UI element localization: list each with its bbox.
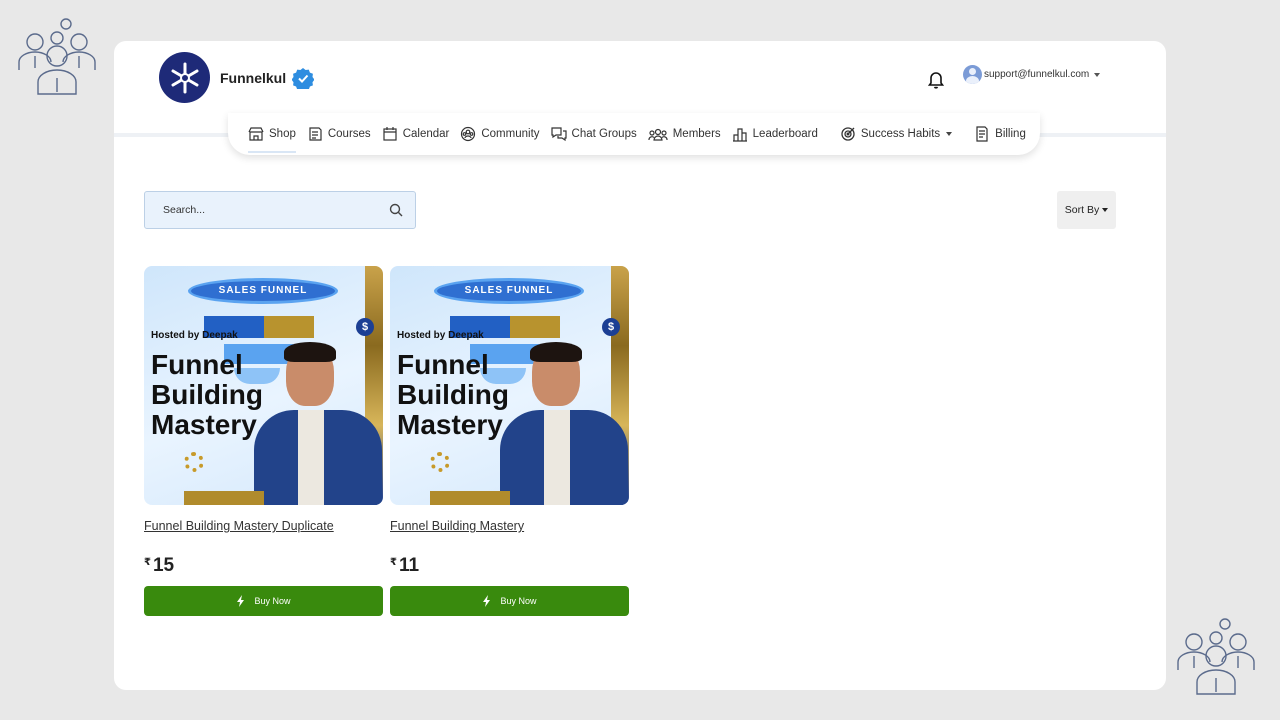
- product-card: SALES FUNNEL $ Hosted by Deepak Funnel B…: [144, 266, 383, 616]
- nav-label: Community: [481, 128, 540, 140]
- nav-label: Courses: [327, 128, 371, 140]
- lightning-icon: [483, 595, 491, 607]
- shop-icon: [248, 127, 264, 141]
- sort-label: Sort By: [1064, 204, 1100, 216]
- host-hair: [284, 342, 336, 362]
- sort-by-button[interactable]: Sort By: [1057, 191, 1116, 229]
- buy-now-button[interactable]: Buy Now: [144, 586, 383, 616]
- thumbnail-title-line: Building: [397, 379, 509, 410]
- price-amount: 11: [398, 555, 420, 576]
- nav-label: Leaderboard: [752, 128, 818, 140]
- main-nav: Shop Courses Calendar Community Chat Gro…: [228, 113, 1040, 155]
- buy-now-button[interactable]: Buy Now: [390, 586, 629, 616]
- nav-item-members[interactable]: Members: [648, 113, 721, 155]
- nav-item-calendar[interactable]: Calendar: [382, 113, 450, 155]
- search-input[interactable]: [163, 204, 389, 216]
- host-shirt: [544, 410, 570, 505]
- buy-now-label: Buy Now: [500, 596, 537, 606]
- price-amount: 15: [152, 555, 175, 576]
- thumbnail-title-line: Mastery: [151, 409, 257, 440]
- host-photo: [500, 342, 628, 505]
- nav-label: Shop: [269, 128, 296, 140]
- chevron-down-icon: [946, 132, 953, 136]
- nav-item-leaderboard[interactable]: Leaderboard: [732, 113, 818, 155]
- people-group-icon: [1177, 618, 1255, 695]
- nav-item-chat-groups[interactable]: Chat Groups: [550, 113, 637, 155]
- dollar-icon: $: [602, 318, 620, 336]
- snowflake-logo-icon: [171, 62, 198, 93]
- search-icon[interactable]: [389, 203, 403, 217]
- host-hair: [530, 342, 582, 362]
- chat-groups-icon: [550, 127, 567, 142]
- nav-item-courses[interactable]: Courses: [307, 113, 371, 155]
- courses-icon: [309, 127, 322, 141]
- community-icon: [461, 126, 476, 142]
- notification-bell-icon[interactable]: [927, 69, 945, 89]
- search-bar: [144, 191, 416, 229]
- nav-label: Success Habits: [860, 128, 941, 140]
- product-card: SALES FUNNEL $ Hosted by Deepak Funnel B…: [390, 266, 629, 616]
- hosted-by-label: Hosted by Deepak: [397, 330, 484, 341]
- host-shirt: [298, 410, 324, 505]
- host-photo: [254, 342, 382, 505]
- product-price: ₹ 11: [390, 555, 629, 577]
- nav-item-shop[interactable]: Shop: [248, 113, 296, 155]
- nav-label: Members: [672, 128, 721, 140]
- user-email: support@funnelkul.com: [984, 69, 1090, 80]
- verified-badge-icon: [292, 67, 315, 89]
- funnel-layer-gold: [510, 316, 560, 338]
- product-thumbnail[interactable]: SALES FUNNEL $ Hosted by Deepak Funnel B…: [390, 266, 629, 505]
- currency-symbol: ₹: [144, 557, 151, 568]
- product-title-link[interactable]: Funnel Building Mastery Duplicate: [144, 519, 383, 533]
- thumbnail-title: Funnel Building Mastery: [151, 350, 263, 440]
- thumbnail-title-line: Building: [151, 379, 263, 410]
- nav-label: Calendar: [402, 128, 450, 140]
- thumbnail-gold-strip: [430, 491, 510, 505]
- buy-now-label: Buy Now: [254, 596, 291, 606]
- product-title-link[interactable]: Funnel Building Mastery: [390, 519, 629, 533]
- product-thumbnail[interactable]: SALES FUNNEL $ Hosted by Deepak Funnel B…: [144, 266, 383, 505]
- user-menu[interactable]: support@funnelkul.com: [963, 65, 1101, 84]
- leaderboard-icon: [732, 128, 747, 142]
- main-card: Funnelkul support@funnelkul.com Shop Cou…: [114, 41, 1166, 690]
- nav-item-community[interactable]: Community: [460, 113, 540, 155]
- target-icon: [841, 127, 855, 141]
- members-icon: [648, 128, 668, 141]
- avatar: [963, 65, 982, 84]
- nav-label: Chat Groups: [571, 128, 637, 140]
- sales-funnel-banner: SALES FUNNEL: [188, 278, 338, 304]
- thumbnail-title-line: Mastery: [397, 409, 503, 440]
- nav-label: Billing: [995, 128, 1026, 140]
- brand-name: Funnelkul: [220, 69, 287, 86]
- thumbnail-title-line: Funnel: [151, 349, 243, 380]
- hosted-by-label: Hosted by Deepak: [151, 330, 238, 341]
- product-price: ₹ 15: [144, 555, 383, 577]
- funnel-layer-gold: [264, 316, 314, 338]
- currency-symbol: ₹: [390, 557, 397, 568]
- chevron-down-icon: [1102, 208, 1109, 212]
- people-group-icon: [18, 18, 96, 95]
- lightning-icon: [237, 595, 245, 607]
- dollar-icon: $: [356, 318, 374, 336]
- brand[interactable]: Funnelkul: [159, 52, 315, 103]
- thumbnail-gold-strip: [184, 491, 264, 505]
- sales-funnel-banner: SALES FUNNEL: [434, 278, 584, 304]
- billing-icon: [976, 126, 988, 142]
- calendar-icon: [383, 127, 397, 141]
- gear-icon: [430, 452, 450, 472]
- brand-logo: [159, 52, 210, 103]
- nav-item-billing[interactable]: Billing: [974, 113, 1026, 155]
- gear-icon: [184, 452, 204, 472]
- nav-item-success-habits[interactable]: Success Habits: [840, 113, 953, 155]
- thumbnail-title-line: Funnel: [397, 349, 489, 380]
- thumbnail-title: Funnel Building Mastery: [397, 350, 509, 440]
- chevron-down-icon: [1094, 72, 1101, 77]
